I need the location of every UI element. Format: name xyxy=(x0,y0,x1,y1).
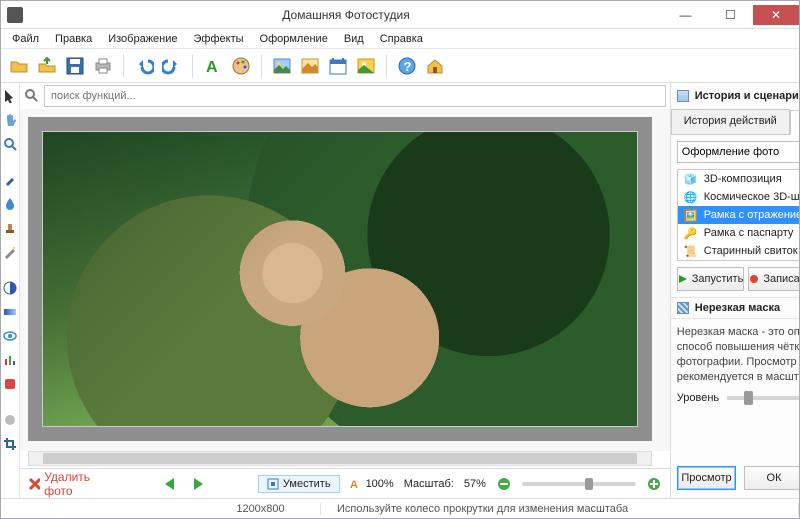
list-item: 🖼️Рамка с отражением xyxy=(678,206,799,224)
fit-button[interactable]: Уместить xyxy=(258,475,340,493)
eye-tool[interactable] xyxy=(1,327,19,345)
maximize-button[interactable]: ☐ xyxy=(708,5,753,25)
menu-effects[interactable]: Эффекты xyxy=(187,31,251,47)
tool-palette xyxy=(1,83,20,498)
center-panel: Удалить фото Уместить A 100% Масштаб: 57… xyxy=(20,83,670,498)
statusbar: 1200x800 Используйте колесо прокрутки дл… xyxy=(1,498,799,518)
soften-tool[interactable] xyxy=(1,375,19,393)
list-item: 🔑Рамка с паспарту xyxy=(678,224,799,242)
gradient-tool[interactable] xyxy=(1,303,19,321)
svg-text:A: A xyxy=(206,59,218,76)
image2-icon[interactable] xyxy=(298,54,322,78)
stamp-tool[interactable] xyxy=(1,219,19,237)
zoom-out-button[interactable] xyxy=(496,475,512,493)
tab-scenarios[interactable]: Сценарии xyxy=(790,110,799,135)
calendar-icon[interactable] xyxy=(326,54,350,78)
home-icon[interactable] xyxy=(423,54,447,78)
svg-text:A: A xyxy=(350,479,358,490)
main-toolbar: A ? xyxy=(1,49,799,83)
app-window: Домашняя Фотостудия — ☐ ✕ Файл Правка Из… xyxy=(0,0,800,519)
scenarios-body: Оформление фото 🧊3D-композиция 🌐Космичес… xyxy=(671,134,799,297)
search-row xyxy=(20,83,670,109)
run-button[interactable]: Запустить xyxy=(677,267,745,291)
list-item: 🌐Космическое 3D-шоу xyxy=(678,188,799,206)
status-dimensions: 1200x800 xyxy=(201,503,321,515)
minimize-button[interactable]: — xyxy=(663,5,708,25)
image1-icon[interactable] xyxy=(270,54,294,78)
scale-label: Масштаб: xyxy=(404,478,454,490)
unsharp-mask-desc: Нерезкая маска - это оптимальный способ … xyxy=(671,319,799,386)
text-icon[interactable]: A xyxy=(201,54,225,78)
menu-help[interactable]: Справка xyxy=(373,31,430,47)
search-input[interactable] xyxy=(44,85,666,107)
zoom-100-button[interactable]: A 100% xyxy=(350,478,394,490)
menu-edit[interactable]: Правка xyxy=(48,31,99,47)
zoom-tool[interactable] xyxy=(1,135,19,153)
canvas-frame xyxy=(28,117,652,441)
window-title: Домашняя Фотостудия xyxy=(29,8,663,22)
record-button[interactable]: Записать xyxy=(748,267,799,291)
menu-view[interactable]: Вид xyxy=(337,31,371,47)
right-panel-header: История и сценарии ◆ xyxy=(671,83,799,109)
wand-tool[interactable] xyxy=(1,243,19,261)
svg-text:?: ? xyxy=(404,59,412,74)
menubar: Файл Правка Изображение Эффекты Оформлен… xyxy=(1,29,799,49)
delete-photo-button[interactable]: Удалить фото xyxy=(28,470,112,498)
next-arrow[interactable] xyxy=(190,475,208,493)
zoom-slider[interactable] xyxy=(522,482,636,486)
image3-icon[interactable] xyxy=(354,54,378,78)
save-icon[interactable] xyxy=(63,54,87,78)
titlebar: Домашняя Фотостудия — ☐ ✕ xyxy=(1,1,799,29)
brush-tool[interactable] xyxy=(1,171,19,189)
canvas-area xyxy=(20,109,670,451)
prev-arrow[interactable] xyxy=(162,475,180,493)
hand-tool[interactable] xyxy=(1,111,19,129)
zoom-in-button[interactable] xyxy=(646,475,662,493)
search-icon xyxy=(24,88,40,104)
crop-tool[interactable] xyxy=(1,435,19,453)
levels-tool[interactable] xyxy=(1,351,19,369)
print-icon[interactable] xyxy=(91,54,115,78)
menu-image[interactable]: Изображение xyxy=(101,31,184,47)
list-item: 🧊3D-композиция xyxy=(678,170,799,188)
tab-history[interactable]: История действий xyxy=(671,109,790,134)
scenario-list[interactable]: 🧊3D-композиция 🌐Космическое 3D-шоу 🖼️Рам… xyxy=(677,169,799,261)
horizontal-scrollbar[interactable] xyxy=(28,451,652,466)
status-tip: Используйте колесо прокрутки для изменен… xyxy=(321,503,799,515)
window-buttons: — ☐ ✕ xyxy=(663,5,799,25)
right-tabs: История действий Сценарии xyxy=(671,109,799,134)
right-panel: История и сценарии ◆ История действий Сц… xyxy=(670,83,799,498)
history-icon xyxy=(677,90,689,102)
level-slider[interactable] xyxy=(727,396,799,400)
level-label: Уровень xyxy=(677,392,719,404)
list-item: 📜Старинный свиток xyxy=(678,242,799,260)
blur-tool[interactable] xyxy=(1,411,19,429)
open-icon[interactable] xyxy=(7,54,31,78)
scenario-category-select[interactable]: Оформление фото xyxy=(677,141,799,163)
menu-design[interactable]: Оформление xyxy=(253,31,335,47)
scale-value: 57% xyxy=(464,478,486,490)
drop-tool[interactable] xyxy=(1,195,19,213)
export-icon[interactable] xyxy=(35,54,59,78)
ok-button[interactable]: ОК xyxy=(744,466,799,490)
preview-button[interactable]: Просмотр xyxy=(677,466,737,490)
photo-deer[interactable] xyxy=(42,131,638,427)
mask-icon xyxy=(677,302,689,314)
undo-icon[interactable] xyxy=(132,54,156,78)
pointer-tool[interactable] xyxy=(1,87,19,105)
app-icon xyxy=(7,7,23,23)
bottom-bar: Удалить фото Уместить A 100% Масштаб: 57… xyxy=(20,468,670,498)
help-icon[interactable]: ? xyxy=(395,54,419,78)
redo-icon[interactable] xyxy=(160,54,184,78)
close-button[interactable]: ✕ xyxy=(753,5,799,25)
unsharp-mask-header: Нерезкая маска xyxy=(671,297,799,319)
contrast-tool[interactable] xyxy=(1,279,19,297)
menu-file[interactable]: Файл xyxy=(5,31,46,47)
palette-icon[interactable] xyxy=(229,54,253,78)
